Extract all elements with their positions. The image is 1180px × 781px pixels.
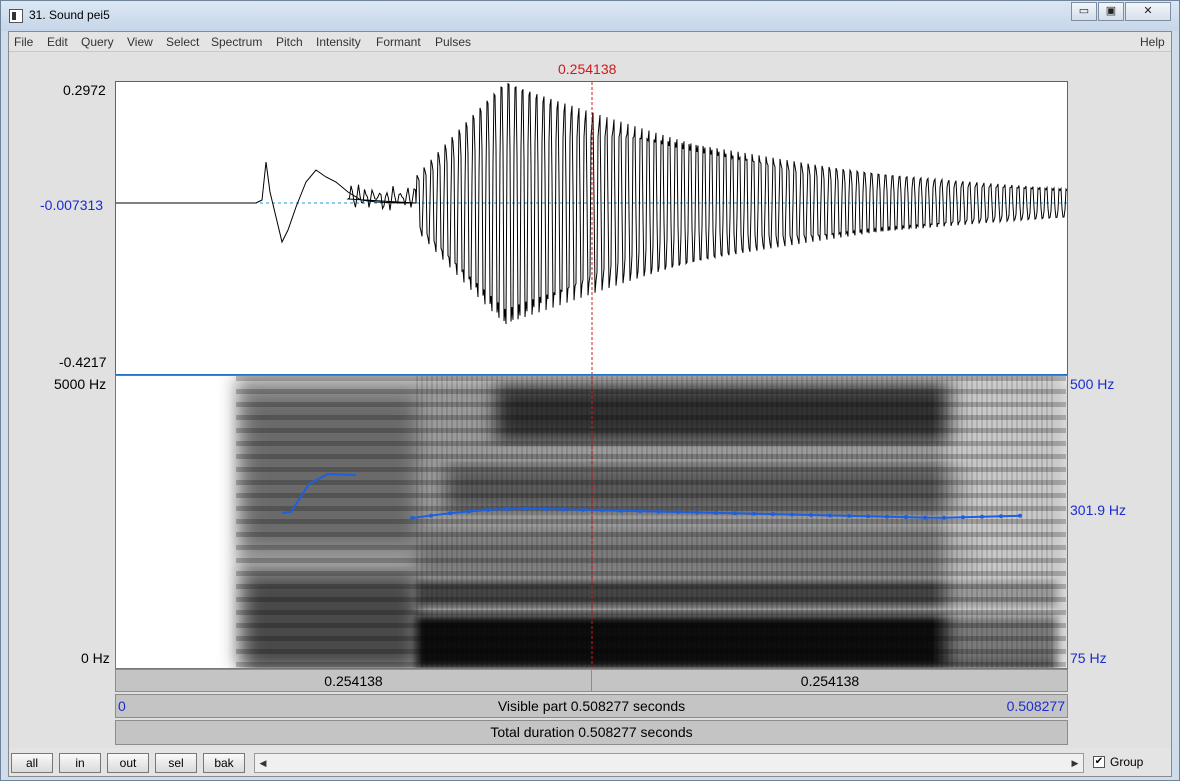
- pitch-point: [524, 507, 528, 511]
- menu-query[interactable]: Query: [81, 35, 114, 49]
- window-title: 31. Sound pei5: [29, 8, 110, 22]
- pitch-point: [410, 516, 414, 520]
- pitch-point: [942, 516, 946, 520]
- total-duration-label: Total duration 0.508277 seconds: [116, 721, 1067, 744]
- minimize-button[interactable]: ▭: [1071, 2, 1097, 21]
- visible-part-label: Visible part 0.508277 seconds: [116, 695, 1067, 717]
- cursor-segment-bar[interactable]: 0.254138 0.254138: [115, 669, 1068, 692]
- pitch-point: [429, 514, 433, 518]
- editor-client-area: File Edit Query View Select Spectrum Pit…: [8, 31, 1172, 777]
- close-button[interactable]: ✕: [1125, 2, 1171, 21]
- pitch-point: [961, 515, 965, 519]
- menu-view[interactable]: View: [127, 35, 153, 49]
- title-bar[interactable]: 31. Sound pei5 ▭ ▣ ✕: [1, 1, 1179, 31]
- pitch-point: [828, 513, 832, 517]
- pitch-point: [923, 516, 927, 520]
- pitch-point: [847, 514, 851, 518]
- pitch-point: [771, 512, 775, 516]
- pitch-point: [467, 509, 471, 513]
- spectrogram-top-freq-label: 5000 Hz: [54, 376, 106, 392]
- total-duration-bar[interactable]: Total duration 0.508277 seconds: [115, 720, 1068, 745]
- pitch-top-label: 500 Hz: [1070, 376, 1114, 392]
- left-segment-duration[interactable]: 0.254138: [116, 670, 592, 691]
- menu-edit[interactable]: Edit: [47, 35, 68, 49]
- pitch-point: [733, 511, 737, 515]
- app-icon: [9, 9, 23, 23]
- pitch-point: [448, 511, 452, 515]
- pitch-point: [581, 508, 585, 512]
- zoom-in-button[interactable]: in: [59, 753, 101, 773]
- pitch-point: [904, 515, 908, 519]
- pitch-point: [809, 513, 813, 517]
- pitch-point: [486, 508, 490, 512]
- pitch-point: [695, 510, 699, 514]
- pitch-point: [885, 515, 889, 519]
- right-segment-duration[interactable]: 0.254138: [593, 670, 1067, 691]
- zoom-selection-button[interactable]: sel: [155, 753, 197, 773]
- waveform-svg: [116, 82, 1067, 374]
- zoom-all-button[interactable]: all: [11, 753, 53, 773]
- pitch-point: [790, 513, 794, 517]
- bottom-toolbar: all in out sel bak ◀ ▶ ✔ Group: [9, 748, 1171, 776]
- zoom-out-button[interactable]: out: [107, 753, 149, 773]
- spectrogram-bottom-freq-label: 0 Hz: [81, 650, 110, 666]
- pitch-point: [657, 510, 661, 514]
- waveform-panel[interactable]: [115, 81, 1068, 375]
- menu-pulses[interactable]: Pulses: [435, 35, 471, 49]
- waveform-min-label: -0.4217: [59, 354, 106, 370]
- menu-file[interactable]: File: [14, 35, 33, 49]
- spectrogram-svg: [116, 376, 1067, 668]
- pitch-point: [505, 507, 509, 511]
- group-checkbox-box[interactable]: ✔: [1093, 756, 1105, 768]
- spectrogram-energy: [236, 376, 1067, 668]
- pitch-point: [543, 507, 547, 511]
- pitch-point: [562, 507, 566, 511]
- pitch-bottom-label: 75 Hz: [1070, 650, 1107, 666]
- pitch-current-label: 301.9 Hz: [1070, 502, 1126, 518]
- pitch-point: [619, 509, 623, 513]
- scroll-right-arrow-icon[interactable]: ▶: [1067, 754, 1083, 772]
- pitch-point: [999, 514, 1003, 518]
- menu-help[interactable]: Help: [1140, 35, 1165, 49]
- visible-end-label: 0.508277: [1007, 698, 1065, 714]
- waveform-center-label: -0.007313: [40, 197, 103, 213]
- pitch-point: [714, 511, 718, 515]
- maximize-button[interactable]: ▣: [1098, 2, 1124, 21]
- group-label: Group: [1110, 755, 1143, 769]
- menu-spectrum[interactable]: Spectrum: [211, 35, 262, 49]
- pitch-point: [980, 515, 984, 519]
- cursor-time-label: 0.254138: [558, 61, 616, 77]
- spectrogram-panel[interactable]: [115, 375, 1068, 669]
- waveform-max-label: 0.2972: [63, 82, 106, 98]
- menu-formant[interactable]: Formant: [376, 35, 421, 49]
- pitch-point: [600, 508, 604, 512]
- visible-part-bar[interactable]: 0 Visible part 0.508277 seconds 0.508277: [115, 694, 1068, 718]
- pitch-point: [676, 510, 680, 514]
- pitch-point: [1018, 514, 1022, 518]
- menu-bar: File Edit Query View Select Spectrum Pit…: [9, 32, 1171, 52]
- menu-select[interactable]: Select: [166, 35, 199, 49]
- pitch-point: [752, 512, 756, 516]
- zoom-back-button[interactable]: bak: [203, 753, 245, 773]
- pitch-point: [866, 514, 870, 518]
- pitch-point: [638, 509, 642, 513]
- praat-sound-window: 31. Sound pei5 ▭ ▣ ✕ File Edit Query Vie…: [0, 0, 1180, 781]
- scroll-left-arrow-icon[interactable]: ◀: [255, 754, 271, 772]
- horizontal-scrollbar[interactable]: ◀ ▶: [254, 753, 1084, 773]
- menu-intensity[interactable]: Intensity: [316, 35, 361, 49]
- menu-pitch[interactable]: Pitch: [276, 35, 303, 49]
